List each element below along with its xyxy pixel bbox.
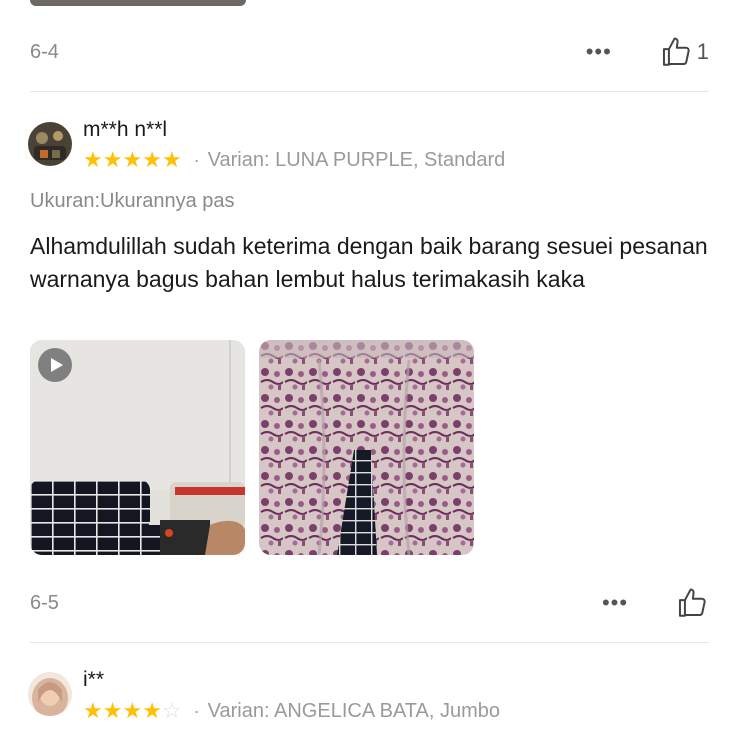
- more-options-button[interactable]: •••: [579, 41, 619, 63]
- rating-row: ★★★★☆ · Varian: ANGELICA BATA, Jumbo: [83, 698, 500, 724]
- star-icon: ★: [83, 146, 103, 172]
- star-icon: ★: [161, 146, 182, 172]
- variant-label: Varian: LUNA PURPLE, Standard: [207, 148, 506, 171]
- like-button[interactable]: 1: [659, 35, 709, 69]
- star-icon: ★: [142, 146, 162, 172]
- separator: ·: [193, 700, 200, 721]
- reviewer-name: m**h n**l: [83, 118, 168, 141]
- play-icon[interactable]: [38, 348, 72, 382]
- thumbs-up-icon: [662, 37, 690, 66]
- star-icon: ★: [142, 697, 162, 723]
- star-outline-icon: ☆: [161, 697, 182, 723]
- review-actions: ••• 1: [579, 35, 709, 69]
- review-photo-thumbnail[interactable]: [259, 340, 474, 555]
- star-rating: ★★★★★: [83, 146, 182, 172]
- review-date: 6-5: [30, 591, 59, 614]
- rating-row: ★★★★★ · Varian: LUNA PURPLE, Standard: [83, 147, 505, 173]
- review-video-thumbnail[interactable]: [30, 340, 245, 555]
- star-rating: ★★★★☆: [83, 697, 182, 723]
- review-meta: 6-5 •••: [30, 588, 709, 618]
- previous-review-image[interactable]: [30, 0, 246, 6]
- star-icon: ★: [83, 697, 103, 723]
- review-date: 6-4: [30, 40, 59, 63]
- star-icon: ★: [102, 697, 123, 723]
- variant-label: Varian: ANGELICA BATA, Jumbo: [207, 699, 501, 722]
- avatar[interactable]: [28, 672, 72, 716]
- review-divider: [30, 91, 709, 92]
- size-fit-note: Ukuran:Ukurannya pas: [30, 190, 235, 212]
- more-options-button[interactable]: •••: [595, 592, 635, 614]
- star-icon: ★: [102, 146, 123, 172]
- separator: ·: [193, 149, 200, 170]
- previous-review-meta: 6-4 ••• 1: [30, 37, 709, 67]
- thumbs-up-icon: [678, 588, 706, 617]
- reviewer-name: i**: [83, 668, 105, 691]
- review-divider: [30, 642, 709, 643]
- review-text: Alhamdulillah sudah keterima dengan baik…: [30, 233, 708, 292]
- star-icon: ★: [122, 146, 143, 172]
- like-count: 1: [696, 39, 709, 64]
- like-button[interactable]: [675, 586, 709, 620]
- star-icon: ★: [122, 697, 143, 723]
- avatar[interactable]: [28, 122, 72, 166]
- review-actions: •••: [595, 586, 709, 620]
